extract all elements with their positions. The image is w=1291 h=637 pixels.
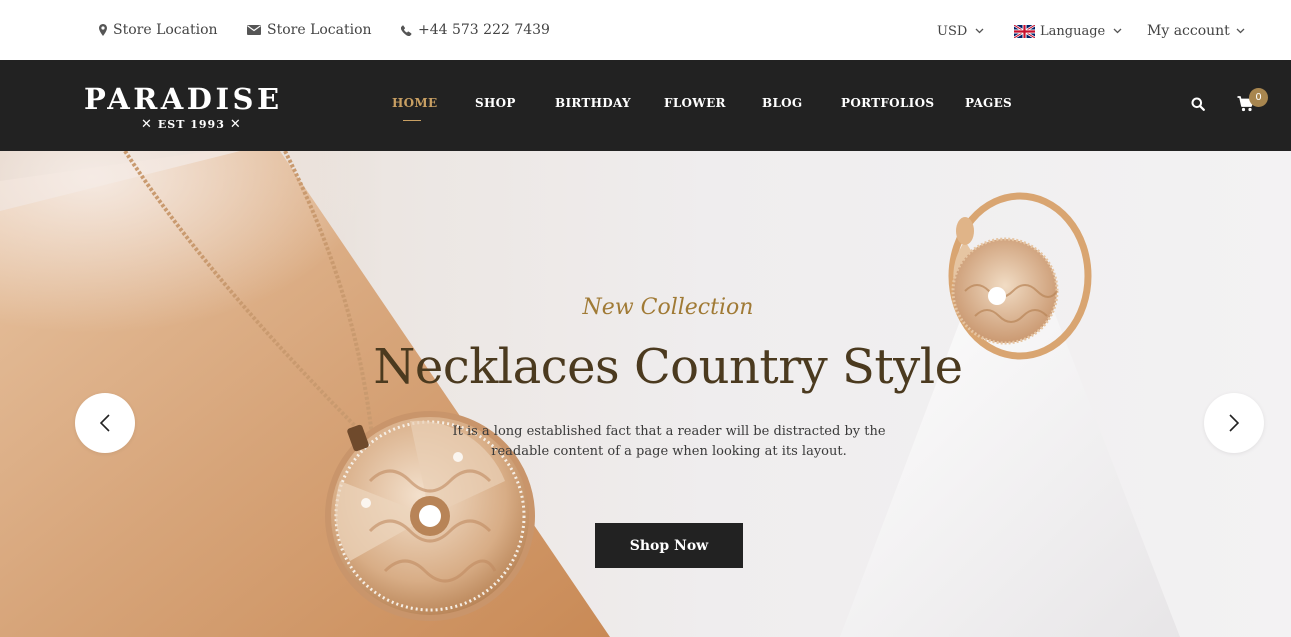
- cross-ornament-icon: ✕: [141, 117, 153, 132]
- chevron-down-icon: [1236, 28, 1245, 34]
- cross-ornament-icon: ✕: [229, 117, 242, 132]
- phone-icon: [401, 24, 412, 36]
- my-account-menu[interactable]: My account: [1147, 21, 1245, 41]
- slider-next-button[interactable]: [1204, 393, 1264, 453]
- uk-flag-icon: [1014, 24, 1035, 38]
- chevron-right-icon: [1229, 414, 1239, 432]
- chevron-left-icon: [100, 414, 110, 432]
- phone-link[interactable]: +44 573 222 7439: [401, 20, 550, 40]
- nav-item-flower[interactable]: FLOWER: [664, 96, 726, 110]
- main-nav: HOME SHOP BIRTHDAY FLOWER BLOG PORTFOLIO…: [0, 96, 1291, 116]
- shop-now-button[interactable]: Shop Now: [595, 523, 743, 568]
- store-location-text: Store Location: [113, 22, 218, 38]
- store-email-text: Store Location: [267, 22, 372, 38]
- search-icon[interactable]: [1191, 97, 1205, 111]
- main-header: PARADISE ✕ EST 1993 ✕ HOME SHOP BIRTHDAY…: [0, 60, 1291, 151]
- my-account-label: My account: [1147, 23, 1230, 39]
- store-email-link[interactable]: Store Location: [247, 20, 372, 40]
- language-select[interactable]: Language: [1014, 21, 1122, 41]
- language-label: Language: [1040, 23, 1106, 39]
- nav-item-birthday[interactable]: BIRTHDAY: [555, 96, 631, 110]
- logo-est-text: EST 1993: [157, 118, 225, 131]
- nav-item-pages[interactable]: PAGES: [965, 96, 1012, 110]
- nav-item-blog[interactable]: BLOG: [762, 96, 802, 110]
- chevron-down-icon: [1113, 28, 1122, 34]
- nav-item-shop[interactable]: SHOP: [475, 96, 516, 110]
- active-nav-indicator: [403, 120, 421, 121]
- logo-subtitle: ✕ EST 1993 ✕: [136, 117, 247, 132]
- hero-headline: Necklaces Country Style: [373, 339, 963, 395]
- nav-item-home[interactable]: HOME: [392, 96, 437, 110]
- store-location-link[interactable]: Store Location: [99, 20, 218, 40]
- cart-count-badge: 0: [1249, 88, 1268, 107]
- hero-description: It is a long established fact that a rea…: [452, 424, 886, 459]
- top-bar: Store Location Store Location +44 573 22…: [0, 0, 1291, 60]
- currency-value: USD: [937, 23, 968, 39]
- hero-slider: New Collection Necklaces Country Style I…: [0, 151, 1291, 637]
- envelope-icon: [247, 25, 261, 35]
- slider-prev-button[interactable]: [75, 393, 135, 453]
- hero-subtitle: New Collection: [582, 295, 754, 320]
- map-marker-icon: [99, 24, 107, 36]
- phone-number: +44 573 222 7439: [418, 22, 550, 38]
- currency-select[interactable]: USD: [937, 21, 984, 41]
- chevron-down-icon: [975, 28, 984, 34]
- nav-item-portfolios[interactable]: PORTFOLIOS: [841, 96, 934, 110]
